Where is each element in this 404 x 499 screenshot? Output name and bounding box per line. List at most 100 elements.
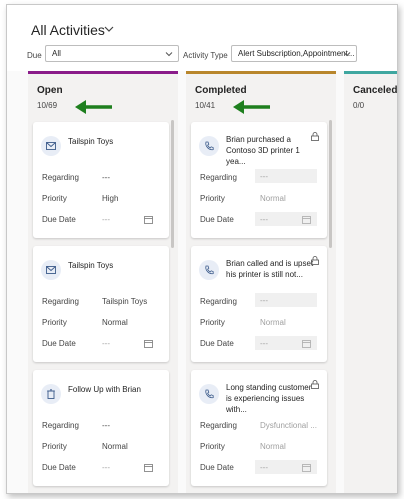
due-filter-value: All — [52, 49, 61, 58]
task-icon — [47, 389, 55, 399]
regarding-label: Regarding — [42, 297, 79, 306]
card-icon-badge — [199, 260, 219, 280]
activity-type-filter-value: Alert Subscription,Appointment... — [238, 49, 355, 58]
column-title: Canceled — [353, 85, 398, 96]
activity-card[interactable]: Follow Up with Brian Regarding --- Prior… — [33, 370, 169, 486]
column-count: 10/69 — [37, 101, 58, 110]
chevron-down-icon[interactable] — [103, 23, 115, 35]
regarding-label: Regarding — [200, 173, 237, 182]
due-date-value: --- — [102, 463, 110, 472]
card-title[interactable]: Long standing customer is experiencing i… — [226, 382, 316, 415]
priority-label: Priority — [200, 442, 225, 451]
regarding-value: --- — [102, 421, 110, 430]
due-date-value: --- — [102, 339, 110, 348]
card-icon-badge — [199, 384, 219, 404]
phone-icon — [205, 389, 214, 399]
regarding-value: --- — [255, 293, 317, 307]
due-date-label: Due Date — [200, 339, 234, 348]
due-date-value: --- — [260, 215, 268, 224]
regarding-value: Tailspin Toys — [102, 297, 148, 306]
phone-icon — [205, 265, 214, 275]
column-canceled: Canceled 0/0 — [344, 71, 398, 493]
card-icon-badge — [41, 260, 61, 280]
due-date-field: --- — [255, 460, 317, 474]
due-date-field: --- — [255, 212, 317, 226]
calendar-icon — [302, 216, 311, 224]
scrollbar[interactable] — [171, 120, 174, 248]
activity-card[interactable]: Tailspin Toys Regarding Tailspin Toys Pr… — [33, 246, 169, 362]
due-date-field[interactable]: --- — [97, 460, 159, 474]
calendar-icon — [302, 340, 311, 348]
due-date-label: Due Date — [200, 215, 234, 224]
due-date-value: --- — [260, 463, 268, 472]
chevron-down-icon — [343, 52, 351, 57]
card-title[interactable]: Follow Up with Brian — [68, 384, 158, 395]
due-date-label: Due Date — [42, 463, 76, 472]
priority-label: Priority — [42, 442, 67, 451]
regarding-label: Regarding — [42, 421, 79, 430]
lock-icon — [311, 380, 319, 389]
due-filter-label: Due — [27, 51, 42, 60]
activity-card[interactable]: Long standing customer is experiencing i… — [191, 370, 327, 486]
kanban-board: Open 10/69 Tailspin Toys Regarding --- P… — [23, 71, 398, 493]
activity-card[interactable]: Tailspin Toys Regarding --- Priority Hig… — [33, 122, 169, 238]
due-date-value: --- — [260, 339, 268, 348]
scrollbar[interactable] — [329, 120, 332, 248]
column-title: Completed — [195, 85, 247, 96]
annotation-arrow-icon — [233, 100, 270, 114]
priority-label: Priority — [42, 318, 67, 327]
due-date-field[interactable]: --- — [97, 336, 159, 350]
priority-label: Priority — [200, 318, 225, 327]
calendar-icon[interactable] — [144, 215, 153, 224]
card-title[interactable]: Tailspin Toys — [68, 136, 158, 147]
column-completed: Completed 10/41 Brian purchased a Contos… — [186, 71, 336, 493]
header: All Activities Due All Activity Type Ale… — [7, 5, 397, 71]
activity-card[interactable]: Brian called and is upset his printer is… — [191, 246, 327, 362]
view-selector-title[interactable]: All Activities — [31, 22, 105, 38]
column-count: 10/41 — [195, 101, 216, 110]
due-date-label: Due Date — [42, 339, 76, 348]
card-title[interactable]: Tailspin Toys — [68, 260, 158, 271]
phone-icon — [205, 141, 214, 151]
due-date-field[interactable]: --- — [97, 212, 159, 226]
lock-icon — [311, 132, 319, 141]
priority-value: Normal — [260, 442, 286, 451]
due-date-label: Due Date — [200, 463, 234, 472]
priority-value: High — [102, 194, 119, 203]
calendar-icon[interactable] — [144, 339, 153, 348]
calendar-icon — [302, 464, 311, 472]
email-icon — [46, 142, 56, 150]
chevron-down-icon — [165, 52, 173, 57]
annotation-arrow-icon — [75, 100, 112, 114]
lock-icon — [311, 256, 319, 265]
card-title[interactable]: Brian called and is upset his printer is… — [226, 258, 316, 280]
activity-type-filter-select[interactable]: Alert Subscription,Appointment... — [231, 45, 357, 62]
due-date-value: --- — [102, 215, 110, 224]
column-count: 0/0 — [353, 101, 365, 110]
activity-card[interactable]: Brian purchased a Contoso 3D printer 1 y… — [191, 122, 327, 238]
regarding-label: Regarding — [200, 421, 237, 430]
due-filter-select[interactable]: All — [45, 45, 179, 62]
due-date-field: --- — [255, 336, 317, 350]
email-icon — [46, 266, 56, 274]
calendar-icon[interactable] — [144, 463, 153, 472]
regarding-value: Dysfunctional ... — [260, 421, 317, 430]
card-icon-badge — [41, 136, 61, 156]
regarding-label: Regarding — [42, 173, 79, 182]
column-open: Open 10/69 Tailspin Toys Regarding --- P… — [28, 71, 178, 493]
activities-window: All Activities Due All Activity Type Ale… — [6, 4, 398, 494]
card-title[interactable]: Brian purchased a Contoso 3D printer 1 y… — [226, 134, 316, 167]
priority-value: Normal — [260, 318, 286, 327]
column-title: Open — [37, 85, 63, 96]
priority-label: Priority — [42, 194, 67, 203]
regarding-value: --- — [102, 173, 110, 182]
priority-label: Priority — [200, 194, 225, 203]
priority-value: Normal — [102, 318, 128, 327]
priority-value: Normal — [102, 442, 128, 451]
regarding-label: Regarding — [200, 297, 237, 306]
priority-value: Normal — [260, 194, 286, 203]
card-icon-badge — [41, 384, 61, 404]
regarding-value: --- — [255, 169, 317, 183]
activity-type-filter-label: Activity Type — [183, 51, 228, 60]
card-icon-badge — [199, 136, 219, 156]
